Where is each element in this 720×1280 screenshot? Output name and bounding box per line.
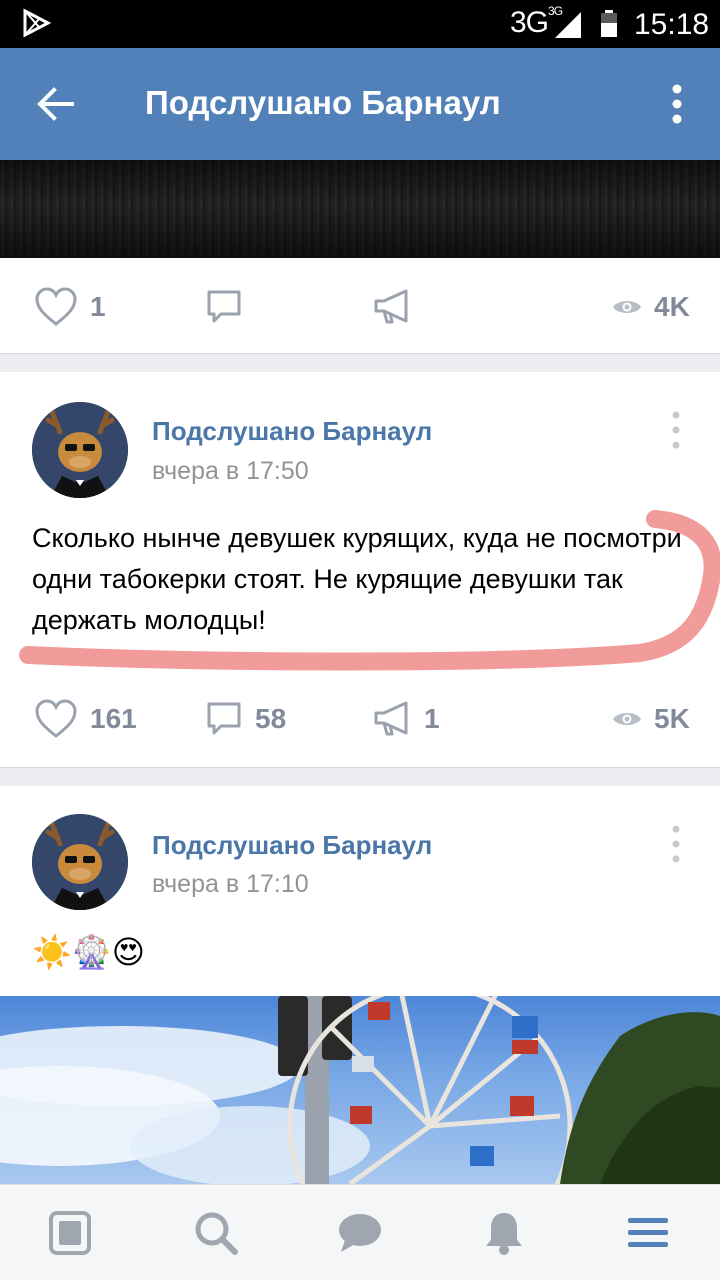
nav-search[interactable] xyxy=(186,1203,246,1263)
like-button[interactable]: 1 xyxy=(34,262,106,352)
comment-icon xyxy=(207,702,241,735)
post-actions: 1 4K xyxy=(0,262,720,352)
notifications-icon xyxy=(486,1213,522,1255)
post-menu-icon[interactable] xyxy=(666,410,686,450)
clock: 15:18 xyxy=(634,8,710,41)
post-actions: 161 58 1 5K xyxy=(0,674,720,764)
status-bar: 3G3G 15:18 xyxy=(0,0,720,48)
nav-notifications[interactable] xyxy=(474,1203,534,1263)
share-button[interactable]: 1 xyxy=(372,674,440,764)
megaphone-icon xyxy=(374,289,408,324)
views: 4K xyxy=(612,262,690,352)
bottom-nav xyxy=(0,1184,720,1280)
back-arrow-icon[interactable] xyxy=(36,84,76,124)
more-vertical-icon[interactable] xyxy=(662,82,692,126)
like-count: 1 xyxy=(90,291,106,322)
avatar[interactable] xyxy=(32,402,128,498)
menu-icon xyxy=(628,1218,668,1247)
nav-menu[interactable] xyxy=(618,1203,678,1263)
heart-icon xyxy=(35,699,77,738)
like-count: 161 xyxy=(90,703,137,734)
post-photo[interactable] xyxy=(0,996,720,1184)
battery-icon xyxy=(601,10,617,37)
post-image-dark[interactable] xyxy=(0,160,720,258)
eye-icon xyxy=(613,301,641,313)
post-card: Подслушано Барнаул вчера в 17:50 Сколько… xyxy=(0,372,720,768)
views-count: 4K xyxy=(654,291,690,322)
views-count: 5K xyxy=(654,703,690,734)
ferris-wheel-photo xyxy=(0,996,720,1184)
page-title: Подслушано Барнаул xyxy=(145,84,501,121)
eye-icon xyxy=(613,713,641,725)
post-time[interactable]: вчера в 17:50 xyxy=(152,457,309,486)
moose-avatar-icon xyxy=(32,814,128,910)
megaphone-icon xyxy=(374,701,408,736)
post-text: Сколько нынче девушек курящих, куда не п… xyxy=(32,523,682,635)
post-menu-icon[interactable] xyxy=(666,824,686,864)
post-emoji: ☀️🎡😍 xyxy=(32,934,146,970)
moose-avatar-icon xyxy=(32,402,128,498)
comment-icon xyxy=(207,290,241,323)
post-time[interactable]: вчера в 17:10 xyxy=(152,870,309,899)
play-store-icon xyxy=(23,8,52,38)
avatar[interactable] xyxy=(32,814,128,910)
messages-icon xyxy=(339,1214,381,1252)
app-header: Подслушано Барнаул xyxy=(0,48,720,160)
comment-button[interactable]: 58 xyxy=(205,674,286,764)
views: 5K xyxy=(612,674,690,764)
heart-icon xyxy=(35,287,77,326)
share-count: 1 xyxy=(424,703,440,734)
top-post-footer: 1 4K xyxy=(0,258,720,354)
screen: 3G3G 15:18 Подслушано Барнаул 1 4K Подсл… xyxy=(0,0,720,1280)
signal-icon xyxy=(555,12,581,38)
news-icon xyxy=(49,1211,91,1255)
nav-messages[interactable] xyxy=(330,1203,390,1263)
share-button[interactable] xyxy=(372,262,412,352)
search-icon xyxy=(195,1212,238,1255)
nav-news[interactable] xyxy=(40,1203,100,1263)
comment-button[interactable] xyxy=(205,262,243,352)
like-button[interactable]: 161 xyxy=(34,674,137,764)
comment-count: 58 xyxy=(255,703,287,734)
post-author[interactable]: Подслушано Барнаул xyxy=(152,416,432,447)
post-author[interactable]: Подслушано Барнаул xyxy=(152,830,432,861)
